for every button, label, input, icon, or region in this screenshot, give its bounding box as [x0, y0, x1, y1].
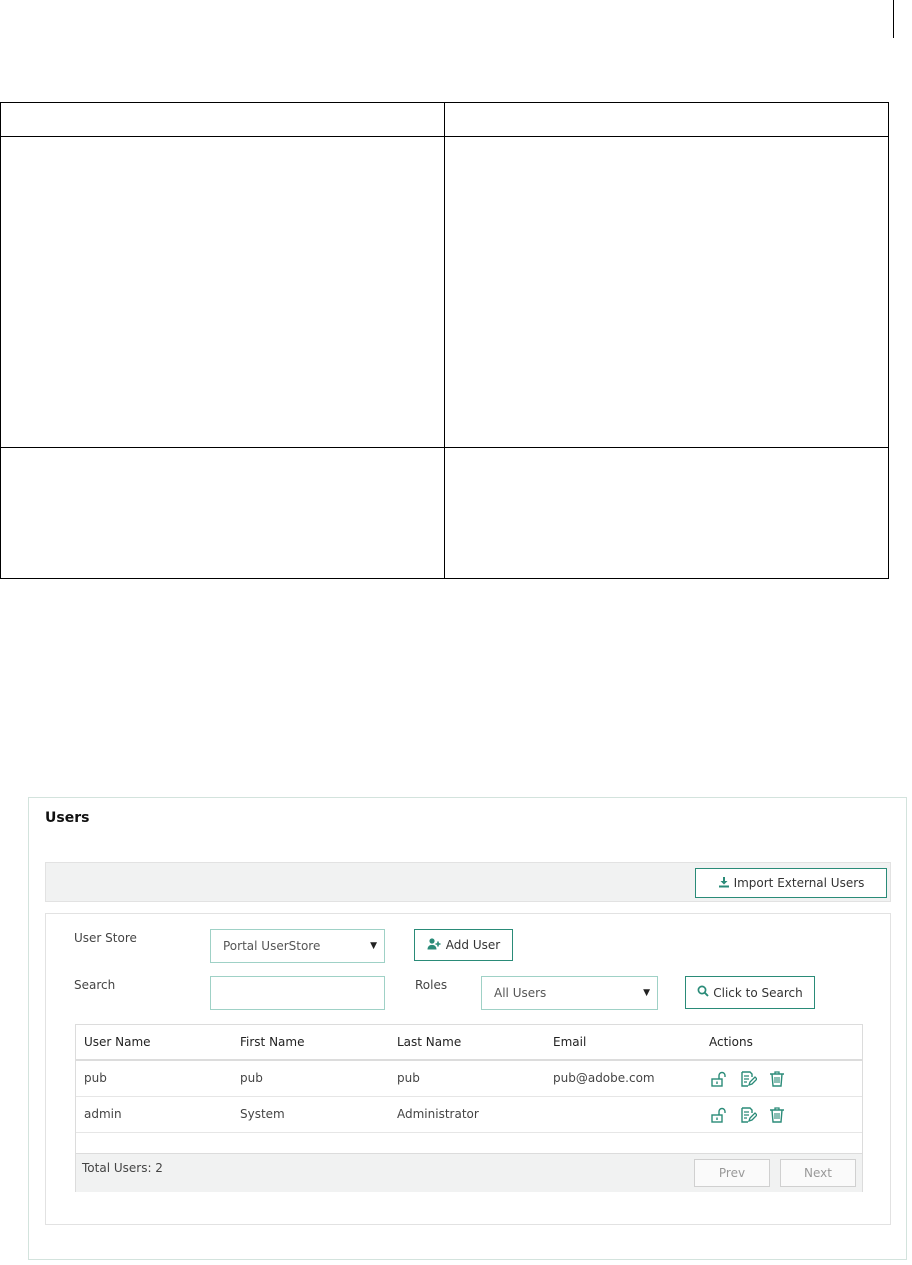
- doc-table-row: [0, 447, 889, 579]
- import-button-label: Import External Users: [733, 876, 865, 890]
- doc-table-cell: [0, 102, 445, 137]
- search-button-label: Click to Search: [713, 985, 803, 1000]
- roles-label: Roles: [415, 978, 448, 992]
- user-store-select[interactable]: Portal UserStore ▼: [210, 929, 385, 963]
- page-margin-rule: [893, 0, 894, 38]
- table-row: pub pub pub pub@adobe.com: [76, 1061, 862, 1097]
- last-name-cell: pub: [397, 1071, 420, 1085]
- prev-page-button[interactable]: Prev: [694, 1159, 770, 1187]
- next-page-button[interactable]: Next: [780, 1159, 856, 1187]
- user-name-cell: admin: [84, 1107, 122, 1121]
- roles-value: All Users: [494, 986, 547, 1000]
- users-toolbar: Import External Users: [45, 862, 891, 902]
- row-actions: [710, 1106, 786, 1124]
- column-header: First Name: [240, 1035, 305, 1049]
- user-store-value: Portal UserStore: [223, 939, 321, 953]
- edit-icon[interactable]: [739, 1106, 757, 1124]
- add-user-label: Add User: [445, 938, 501, 952]
- caret-down-icon: ▼: [370, 941, 377, 951]
- doc-table-cell: [0, 136, 445, 448]
- user-store-label: User Store: [74, 931, 137, 945]
- roles-select[interactable]: All Users ▼: [481, 976, 658, 1010]
- doc-table-cell: [444, 136, 889, 448]
- first-name-cell: System: [240, 1107, 285, 1121]
- total-users-count: Total Users: 2: [82, 1161, 163, 1175]
- users-table-header: User Name First Name Last Name Email Act…: [76, 1025, 862, 1061]
- add-user-icon: [427, 937, 442, 953]
- doc-table-row: [0, 136, 889, 448]
- last-name-cell: Administrator: [397, 1107, 479, 1121]
- doc-table-cell: [0, 447, 445, 579]
- add-user-button[interactable]: Add User: [414, 929, 513, 961]
- column-header: Actions: [709, 1035, 753, 1049]
- users-table: User Name First Name Last Name Email Act…: [75, 1024, 863, 1192]
- import-external-users-button[interactable]: Import External Users: [695, 868, 887, 898]
- delete-icon[interactable]: [768, 1070, 786, 1088]
- doc-table-cell: [444, 447, 889, 579]
- unlock-icon[interactable]: [710, 1070, 728, 1088]
- download-icon: [718, 876, 730, 891]
- column-header: Email: [553, 1035, 587, 1049]
- user-name-cell: pub: [84, 1071, 107, 1085]
- click-to-search-button[interactable]: Click to Search: [685, 976, 815, 1009]
- table-row: admin System Administrator: [76, 1097, 862, 1133]
- email-cell: pub@adobe.com: [553, 1071, 655, 1085]
- delete-icon[interactable]: [768, 1106, 786, 1124]
- search-label: Search: [74, 978, 116, 992]
- doc-table-cell: [444, 102, 889, 137]
- blank-document-table: [0, 102, 889, 579]
- caret-down-icon: ▼: [643, 988, 650, 998]
- users-panel: Users Import External Users User Store P…: [28, 797, 907, 1260]
- panel-title: Users: [45, 810, 90, 826]
- column-header: User Name: [84, 1035, 151, 1049]
- row-actions: [710, 1070, 786, 1088]
- search-icon: [697, 985, 709, 1000]
- first-name-cell: pub: [240, 1071, 263, 1085]
- search-input[interactable]: [210, 976, 385, 1010]
- unlock-icon[interactable]: [710, 1106, 728, 1124]
- user-search-form: User Store Portal UserStore ▼ Add User S…: [45, 913, 891, 1225]
- users-table-footer: Total Users: 2 Prev Next: [76, 1153, 862, 1192]
- column-header: Last Name: [397, 1035, 462, 1049]
- edit-icon[interactable]: [739, 1070, 757, 1088]
- doc-table-header-row: [0, 102, 889, 137]
